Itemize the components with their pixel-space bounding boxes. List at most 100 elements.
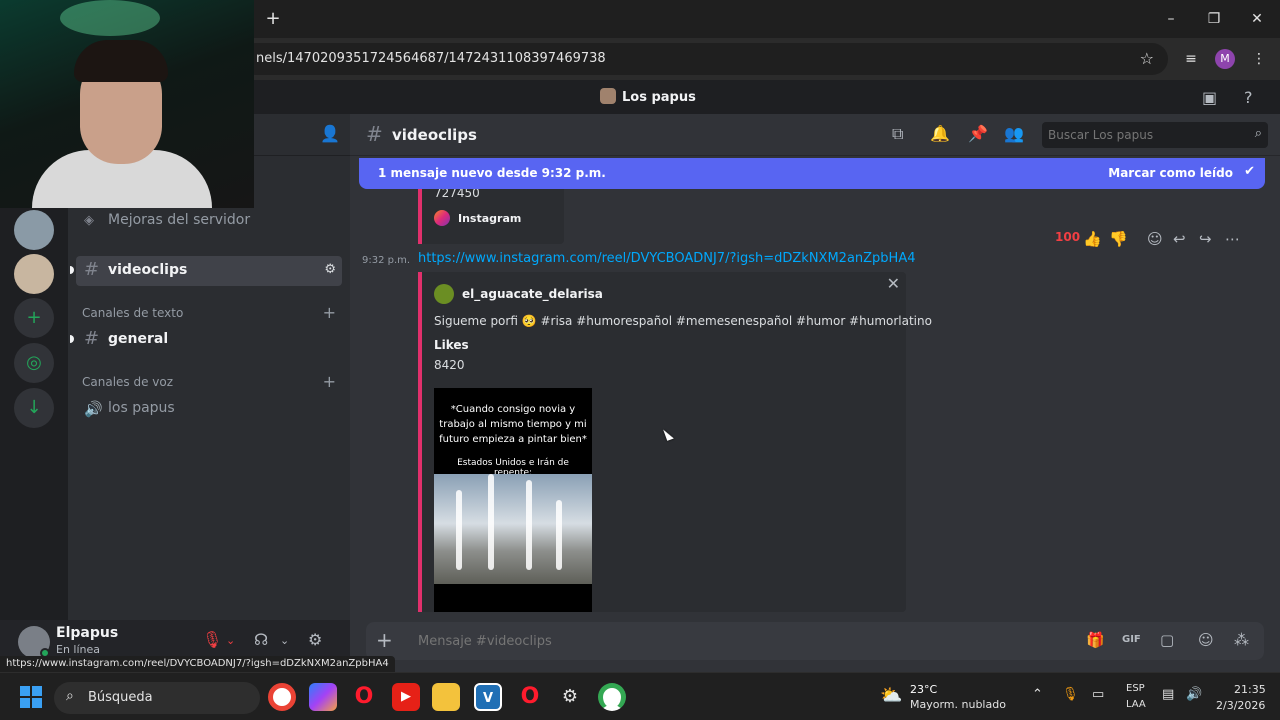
user-settings-icon[interactable]: ⚙: [308, 630, 322, 649]
gift-icon[interactable]: 🎁: [1086, 631, 1105, 649]
volume-icon[interactable]: 🔊: [1186, 687, 1202, 702]
apps-icon[interactable]: ⁂: [1234, 631, 1249, 649]
server-title: Los papus: [600, 88, 696, 107]
embed-provider[interactable]: Instagram: [434, 210, 521, 226]
settings-app-icon[interactable]: ⚙: [556, 683, 584, 711]
youtube-app-icon[interactable]: ▶: [392, 683, 420, 711]
thumbnail-image: [434, 474, 592, 584]
server-icon-2[interactable]: [14, 254, 54, 294]
chrome-app-icon[interactable]: [268, 683, 296, 711]
input-layout[interactable]: LAA: [1126, 699, 1146, 710]
file-explorer-icon[interactable]: [432, 683, 460, 711]
hash-icon: #: [366, 122, 383, 146]
browser-menu-icon[interactable]: ⋮: [1248, 48, 1270, 70]
new-messages-banner[interactable]: 1 mensaje nuevo desde 9:32 p.m. Marcar c…: [359, 158, 1265, 189]
voice-category[interactable]: Canales de voz: [82, 375, 173, 389]
add-text-channel-icon[interactable]: +: [323, 303, 336, 322]
members-icon[interactable]: 👥: [1004, 124, 1024, 143]
embed-thumbnail[interactable]: *Cuando consigo novia y trabajo al mismo…: [434, 388, 592, 612]
help-icon[interactable]: ?: [1244, 88, 1253, 107]
address-text[interactable]: nels/1470209351724564687/147243110839746…: [256, 43, 1116, 75]
headphones-icon[interactable]: ☊: [254, 630, 268, 649]
vegas-app-icon[interactable]: V: [474, 683, 502, 711]
restore-button[interactable]: ❐: [1203, 8, 1225, 30]
search-input[interactable]: [1042, 122, 1232, 148]
text-category[interactable]: Canales de texto: [82, 306, 183, 320]
previous-embed: 727450 Instagram: [418, 184, 564, 244]
message-timestamp: 9:32 p.m.: [362, 255, 411, 266]
mark-read-icon: ✔: [1244, 164, 1255, 179]
taskbar-search-label: Búsqueda: [88, 690, 153, 705]
thumbs-down-icon[interactable]: 👎: [1109, 230, 1128, 248]
channel-header: # videoclips ⧉ 🔔 📌 👥 ⌕: [350, 114, 1280, 156]
start-button[interactable]: [20, 686, 42, 708]
minimize-button[interactable]: –: [1160, 8, 1182, 30]
upload-plus-icon[interactable]: +: [376, 628, 393, 652]
reaction-100-icon[interactable]: 100: [1055, 230, 1080, 244]
voice-channel-los-papus[interactable]: 🔊 los papus: [76, 394, 342, 424]
clock-time[interactable]: 21:35: [1234, 683, 1266, 696]
weather-temperature[interactable]: 23°C: [910, 683, 937, 696]
channel-settings-icon[interactable]: ⚙: [324, 262, 336, 277]
search-box[interactable]: ⌕: [1042, 122, 1268, 148]
address-bar[interactable]: nels/1470209351724564687/147243110839746…: [240, 43, 1168, 75]
author-avatar: [434, 284, 454, 304]
clock-date[interactable]: 2/3/2026: [1216, 699, 1265, 712]
thumbs-up-icon[interactable]: 👍: [1083, 230, 1102, 248]
bell-icon[interactable]: 🔔: [930, 124, 950, 143]
invite-icon[interactable]: 👤: [320, 124, 340, 143]
server-boosts-item[interactable]: ◈ Mejoras del servidor: [76, 206, 342, 236]
username[interactable]: Elpapus: [56, 625, 118, 641]
taskbar-search[interactable]: ⌕ Búsqueda: [54, 682, 260, 714]
unread-indicator: [70, 335, 74, 343]
weather-icon[interactable]: ⛅: [880, 685, 906, 707]
hash-icon: #: [84, 328, 100, 349]
message-input[interactable]: [418, 622, 1018, 660]
chevron-down-icon[interactable]: ⌄: [280, 634, 289, 647]
embed-field-value: 8420: [434, 358, 465, 372]
input-language[interactable]: ESP: [1126, 683, 1145, 694]
new-tab-button[interactable]: +: [262, 8, 284, 30]
new-messages-text: 1 mensaje nuevo desde 9:32 p.m.: [378, 166, 606, 180]
mute-mic-icon[interactable]: 🎙: [202, 630, 222, 649]
touch-keyboard-icon[interactable]: ▭: [1092, 687, 1104, 702]
chevron-down-icon[interactable]: ⌄: [226, 634, 235, 647]
opera-app-icon[interactable]: O: [350, 683, 378, 711]
emoji-icon[interactable]: ☺: [1198, 631, 1214, 649]
opera-gx-app-icon[interactable]: O: [516, 683, 544, 711]
media-control-icon[interactable]: ≡: [1180, 48, 1202, 70]
boosts-label: Mejoras del servidor: [108, 212, 251, 228]
explore-icon[interactable]: ◎: [14, 343, 54, 383]
more-options-icon[interactable]: ⋯: [1225, 230, 1240, 248]
add-reaction-icon[interactable]: ☺: [1147, 230, 1163, 248]
instagram-embed: ✕ el_aguacate_delarisa Sigueme porfi 🥺 #…: [418, 272, 932, 612]
instagram-link[interactable]: https://www.instagram.com/reel/DVYCBOADN…: [418, 251, 916, 266]
microphone-icon[interactable]: 🎙: [1062, 687, 1079, 702]
inbox-icon[interactable]: ▣: [1202, 88, 1217, 107]
bookmark-star-icon[interactable]: ☆: [1140, 43, 1154, 75]
thumbnail-caption: *Cuando consigo novia y trabajo al mismo…: [439, 404, 587, 445]
gif-icon[interactable]: GIF: [1122, 634, 1141, 645]
channel-general[interactable]: # general: [70, 325, 342, 355]
network-icon[interactable]: ▤: [1162, 687, 1174, 702]
chrome-active-app-icon[interactable]: [598, 683, 626, 711]
reply-icon[interactable]: ↩: [1173, 230, 1186, 248]
mark-as-read-button[interactable]: Marcar como leído: [1108, 166, 1233, 180]
close-window-button[interactable]: ✕: [1246, 8, 1268, 30]
weather-description[interactable]: Mayorm. nublado: [910, 698, 1006, 711]
forward-icon[interactable]: ↪: [1199, 230, 1212, 248]
plume-shape: [456, 490, 462, 570]
channel-videoclips[interactable]: # videoclips ⚙: [70, 256, 342, 286]
tray-chevron-icon[interactable]: ⌃: [1032, 687, 1043, 702]
threads-icon[interactable]: ⧉: [892, 124, 903, 144]
close-icon[interactable]: ✕: [887, 274, 900, 293]
server-icon-1[interactable]: [14, 210, 54, 250]
add-voice-channel-icon[interactable]: +: [323, 372, 336, 391]
copilot-app-icon[interactable]: [309, 683, 337, 711]
sticker-icon[interactable]: ▢: [1160, 631, 1174, 649]
add-server-icon[interactable]: +: [14, 298, 54, 338]
profile-avatar[interactable]: M: [1215, 49, 1235, 69]
download-icon[interactable]: ↓: [14, 388, 54, 428]
pin-icon[interactable]: 📌: [968, 124, 988, 143]
embed-author[interactable]: el_aguacate_delarisa: [434, 284, 603, 304]
